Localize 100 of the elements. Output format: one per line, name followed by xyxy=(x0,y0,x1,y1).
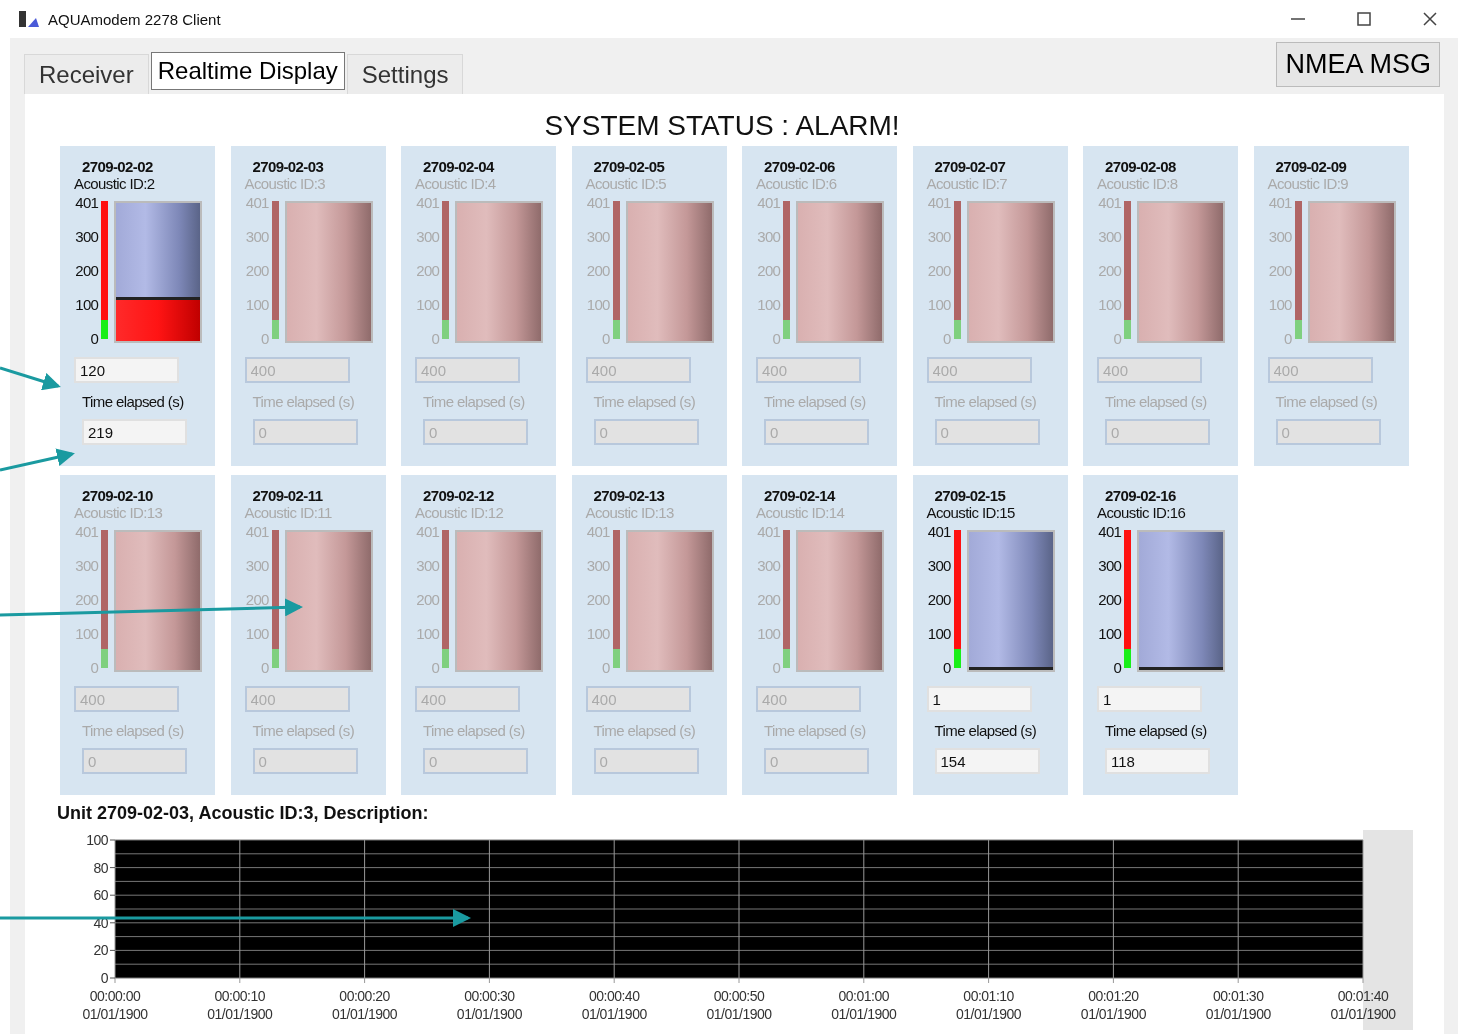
time-field[interactable]: 219 xyxy=(82,419,187,445)
value-field[interactable]: 120 xyxy=(74,357,179,383)
time-field[interactable]: 0 xyxy=(593,419,699,445)
value-field[interactable]: 400 xyxy=(1267,357,1373,383)
scale-label: 100 xyxy=(927,297,951,313)
scale-label: 200 xyxy=(416,263,439,279)
time-field[interactable]: 154 xyxy=(934,748,1040,774)
value-field[interactable]: 400 xyxy=(756,357,861,383)
close-icon[interactable] xyxy=(1422,11,1438,27)
scale-label: 100 xyxy=(245,626,269,642)
scale-label: 300 xyxy=(927,558,951,574)
nmea-button[interactable]: NMEA MSG xyxy=(1276,42,1440,87)
scale-label: 100 xyxy=(1098,626,1121,642)
value-field[interactable]: 400 xyxy=(1097,357,1202,383)
system-status: SYSTEM STATUS : ALARM! xyxy=(543,110,901,142)
scale-label: 401 xyxy=(757,524,780,540)
scale-label: 0 xyxy=(90,660,98,676)
time-label: Time elapsed (s) xyxy=(423,393,526,410)
time-label: Time elapsed (s) xyxy=(252,722,356,739)
acoustic-id: Acoustic ID:5 xyxy=(585,175,668,192)
scale-label: 0 xyxy=(431,660,439,676)
scale-label: 401 xyxy=(416,195,439,211)
tab[interactable]: Realtime Display xyxy=(150,52,345,90)
tab[interactable]: Receiver xyxy=(24,54,149,94)
scale-label: 401 xyxy=(927,524,951,540)
scale-label: 0 xyxy=(260,660,269,676)
scale-label: 0 xyxy=(90,331,98,347)
acoustic-id: Acoustic ID:15 xyxy=(926,504,1016,521)
scale-label: 401 xyxy=(245,195,269,211)
x-tick-label: 00:01:10 01/01/1900 xyxy=(956,988,1022,1022)
x-tick-label: 00:00:00 01/01/1900 xyxy=(82,988,148,1022)
scale-label: 200 xyxy=(75,263,98,279)
scale-label: 0 xyxy=(431,331,439,347)
scale-label: 200 xyxy=(1268,263,1292,279)
unit-serial: 2709-02-09 xyxy=(1275,158,1348,175)
time-field[interactable]: 0 xyxy=(82,748,187,774)
value-field[interactable]: 400 xyxy=(585,357,691,383)
x-tick-label: 00:01:30 01/01/1900 xyxy=(1205,988,1271,1022)
scale-label: 100 xyxy=(416,626,439,642)
time-field[interactable]: 0 xyxy=(423,748,528,774)
value-field[interactable]: 400 xyxy=(415,686,520,712)
value-field[interactable]: 1 xyxy=(926,686,1032,712)
unit-serial: 2709-02-03 xyxy=(252,158,325,175)
time-label: Time elapsed (s) xyxy=(934,393,1038,410)
unit-serial: 2709-02-04 xyxy=(423,158,496,175)
x-tick-label: 00:00:10 01/01/1900 xyxy=(207,988,273,1022)
value-field[interactable]: 1 xyxy=(1097,686,1202,712)
time-label: Time elapsed (s) xyxy=(82,722,185,739)
scale-label: 100 xyxy=(586,297,610,313)
time-label: Time elapsed (s) xyxy=(593,722,697,739)
scale-label: 0 xyxy=(601,660,610,676)
scale-label: 300 xyxy=(586,229,610,245)
app-icon xyxy=(18,10,40,28)
scale-label: 0 xyxy=(772,660,780,676)
scale-label: 401 xyxy=(75,524,98,540)
scale-label: 200 xyxy=(927,263,951,279)
time-field[interactable]: 0 xyxy=(934,419,1040,445)
scale-label: 401 xyxy=(1268,195,1292,211)
scale-label: 0 xyxy=(260,331,269,347)
value-field[interactable]: 400 xyxy=(926,357,1032,383)
value-field[interactable]: 400 xyxy=(244,357,350,383)
scale-label: 300 xyxy=(927,229,951,245)
time-field[interactable]: 0 xyxy=(252,748,358,774)
y-tick-label: 100 xyxy=(86,832,108,848)
time-field[interactable]: 0 xyxy=(1105,419,1210,445)
scale-label: 401 xyxy=(1098,195,1121,211)
unit-serial: 2709-02-02 xyxy=(82,158,154,175)
scale-label: 100 xyxy=(1268,297,1292,313)
scale-label: 200 xyxy=(586,263,610,279)
maximize-icon[interactable] xyxy=(1356,11,1372,27)
scale-label: 300 xyxy=(1268,229,1292,245)
value-field[interactable]: 400 xyxy=(756,686,861,712)
time-field[interactable]: 0 xyxy=(252,419,358,445)
time-field[interactable]: 0 xyxy=(764,748,869,774)
time-label: Time elapsed (s) xyxy=(1105,722,1208,739)
scale-label: 100 xyxy=(75,297,98,313)
time-label: Time elapsed (s) xyxy=(252,393,356,410)
unit-serial: 2709-02-07 xyxy=(934,158,1007,175)
unit-serial: 2709-02-16 xyxy=(1105,487,1177,504)
acoustic-id: Acoustic ID:2 xyxy=(74,175,156,192)
value-field[interactable]: 400 xyxy=(415,357,520,383)
scale-label: 300 xyxy=(757,229,780,245)
scale-label: 0 xyxy=(942,660,951,676)
acoustic-id: Acoustic ID:4 xyxy=(415,175,497,192)
value-field[interactable]: 400 xyxy=(585,686,691,712)
time-field[interactable]: 0 xyxy=(764,419,869,445)
time-field[interactable]: 0 xyxy=(423,419,528,445)
time-field[interactable]: 118 xyxy=(1105,748,1210,774)
x-tick-label: 00:00:50 01/01/1900 xyxy=(706,988,772,1022)
time-field[interactable]: 0 xyxy=(593,748,699,774)
time-label: Time elapsed (s) xyxy=(764,722,867,739)
acoustic-id: Acoustic ID:8 xyxy=(1097,175,1179,192)
value-field[interactable]: 400 xyxy=(74,686,179,712)
scale-label: 100 xyxy=(75,626,98,642)
scale-label: 0 xyxy=(942,331,951,347)
tab[interactable]: Settings xyxy=(346,54,464,94)
scale-label: 401 xyxy=(245,524,269,540)
unit-serial: 2709-02-13 xyxy=(593,487,666,504)
time-field[interactable]: 0 xyxy=(1275,419,1381,445)
value-field[interactable]: 400 xyxy=(244,686,350,712)
